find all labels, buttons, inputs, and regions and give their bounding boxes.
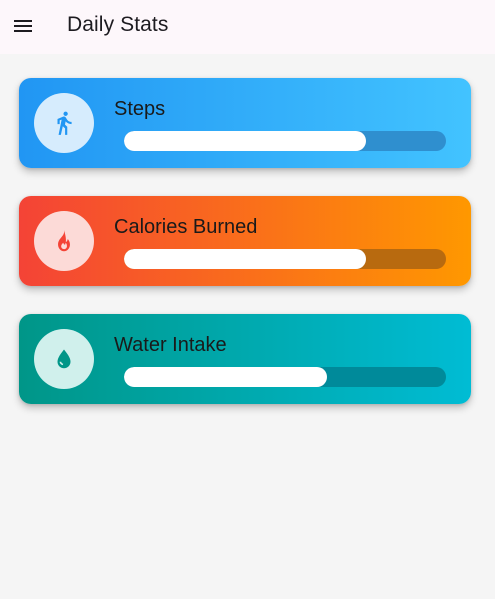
stat-card-water[interactable]: Water Intake: [19, 314, 471, 404]
stat-label: Water Intake: [114, 334, 227, 356]
progress-track: [124, 131, 446, 151]
stat-icon-circle: [34, 93, 94, 153]
stat-icon-circle: [34, 211, 94, 271]
progress-fill: [124, 249, 366, 269]
progress-track: [124, 367, 446, 387]
walking-icon: [57, 111, 72, 135]
stat-label: Calories Burned: [114, 216, 258, 238]
progress-fill: [124, 131, 366, 151]
stat-card-calories[interactable]: Calories Burned: [19, 196, 471, 286]
app-bar: Daily Stats: [0, 0, 495, 54]
menu-icon: [14, 20, 32, 32]
progress-track: [124, 249, 446, 269]
water-drop-icon: [57, 349, 71, 369]
menu-button[interactable]: [12, 15, 34, 37]
stat-label: Steps: [114, 98, 166, 120]
stat-card-steps[interactable]: Steps: [19, 78, 471, 168]
fire-icon: [58, 230, 70, 252]
progress-fill: [124, 367, 327, 387]
page-title: Daily Stats: [67, 13, 169, 36]
stat-icon-circle: [34, 329, 94, 389]
